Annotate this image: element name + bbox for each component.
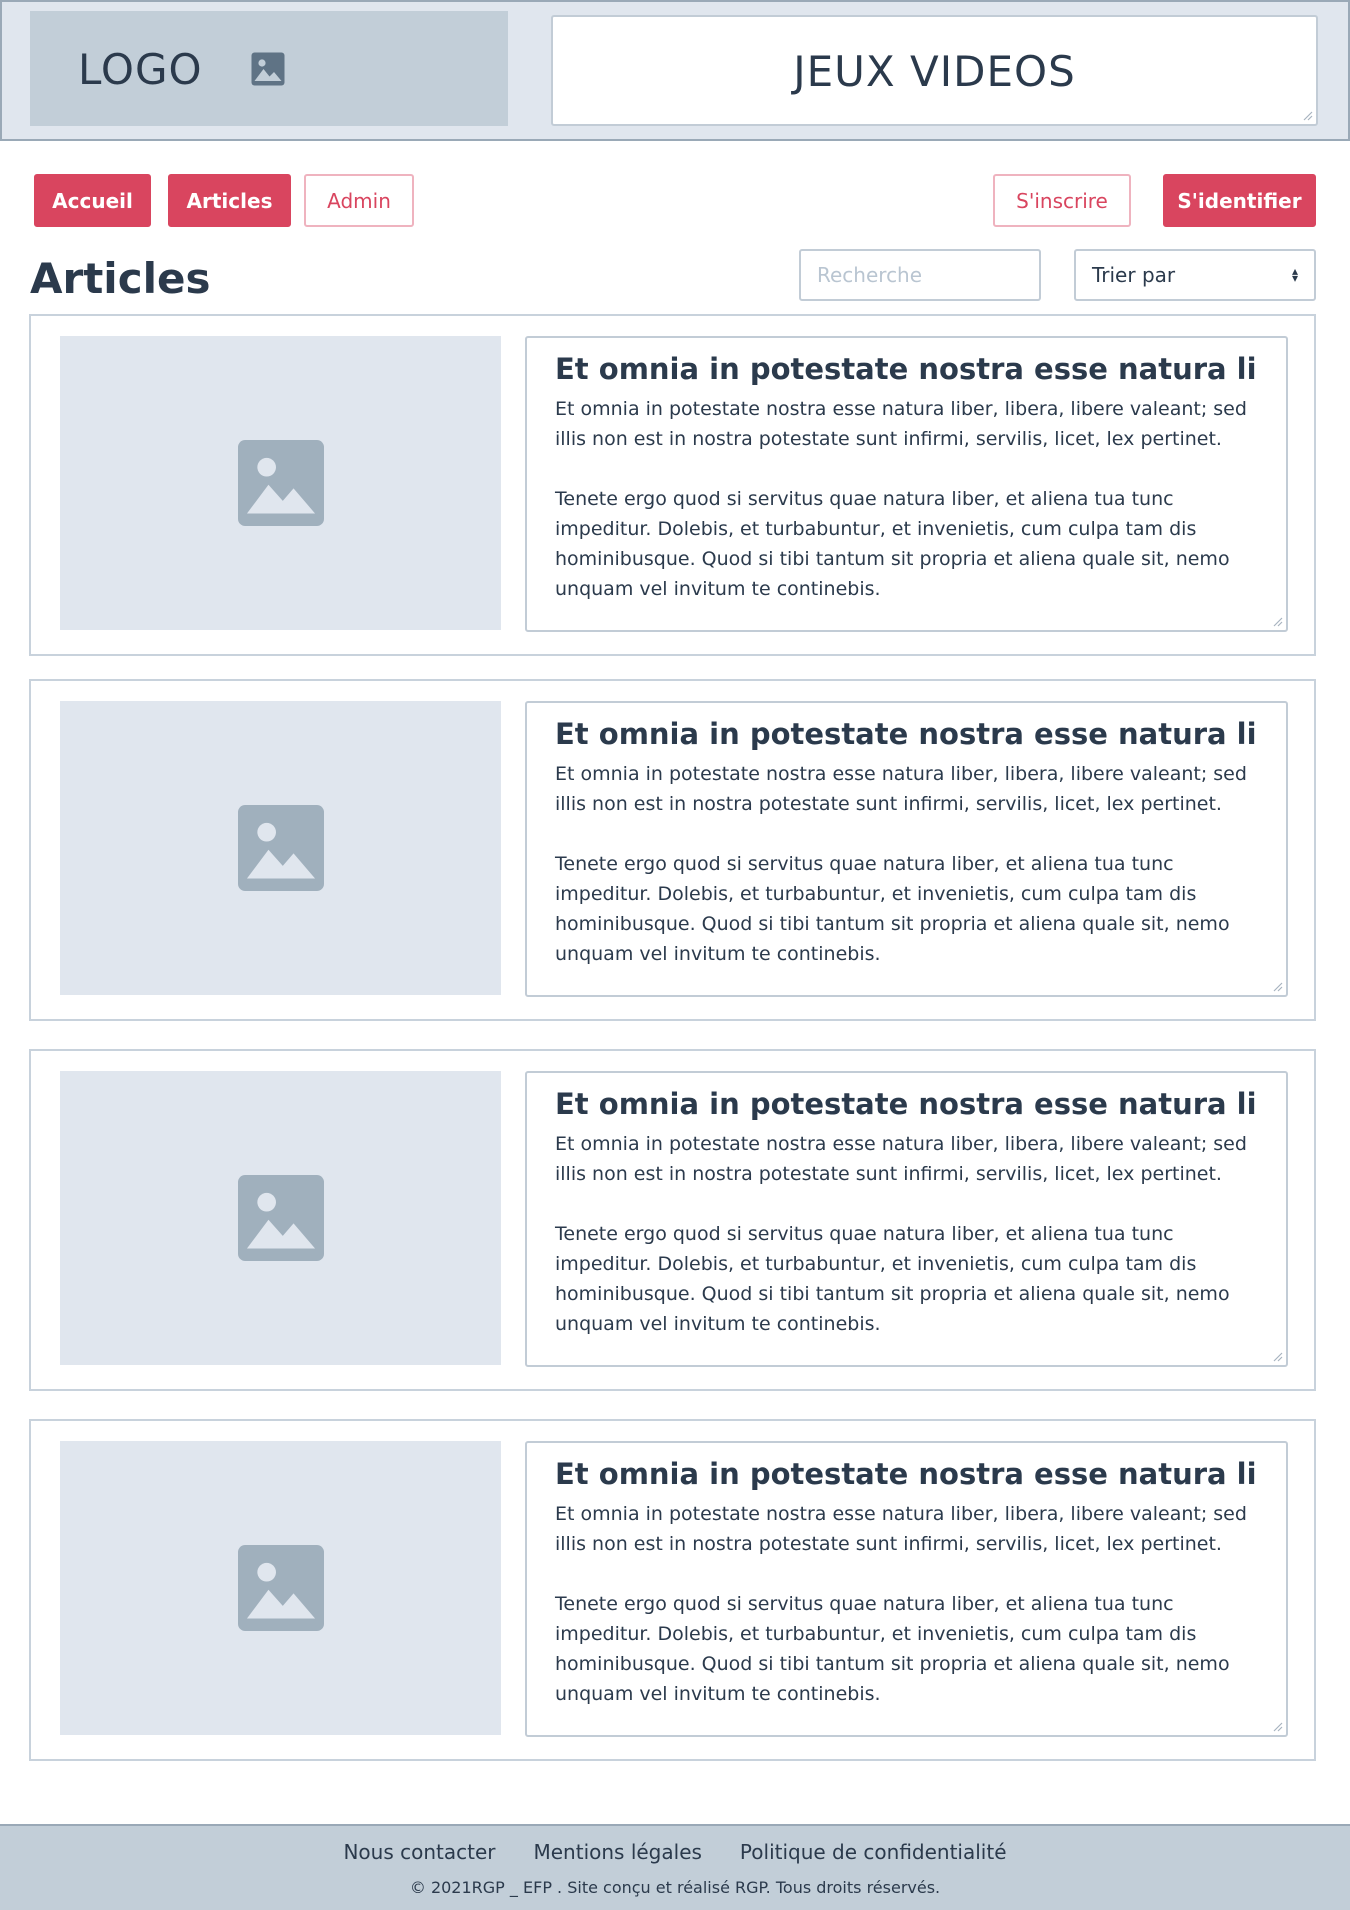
article-paragraph: Tenete ergo quod si servitus quae natura… [555,1593,1230,1705]
signup-button[interactable]: S'inscrire [993,174,1131,227]
page-title: Articles [30,254,211,303]
image-icon [251,52,285,86]
nav-articles-button[interactable]: Articles [168,174,291,227]
article-text-box: Et omnia in potestate nostra esse natura… [525,336,1288,632]
article-paragraph: Tenete ergo quod si servitus quae natura… [555,853,1230,965]
article-text-box: Et omnia in potestate nostra esse natura… [525,1071,1288,1367]
footer-privacy-link[interactable]: Politique de confidentialité [740,1840,1007,1864]
sort-select-label: Trier par [1092,263,1176,287]
site-footer: Nous contacter Mentions légales Politiqu… [0,1824,1350,1910]
resize-grip-icon [1273,1352,1283,1362]
login-button[interactable]: S'identifier [1163,174,1316,227]
article-paragraph: Tenete ergo quod si servitus quae natura… [555,1223,1230,1335]
article-image-placeholder [60,1071,501,1365]
article-title[interactable]: Et omnia in potestate nostra esse natura… [555,717,1258,751]
logo-label: LOGO [78,45,203,94]
resize-grip-icon [1273,982,1283,992]
resize-grip-icon [1303,111,1313,121]
sort-select[interactable]: Trier par ▴ ▾ [1074,249,1316,301]
article-title[interactable]: Et omnia in potestate nostra esse natura… [555,352,1258,386]
article-title[interactable]: Et omnia in potestate nostra esse natura… [555,1457,1258,1491]
image-icon [237,440,324,526]
image-icon [237,1175,324,1261]
article-card[interactable]: Et omnia in potestate nostra esse natura… [29,1419,1316,1761]
article-image-placeholder [60,701,501,995]
article-paragraph: Tenete ergo quod si servitus quae natura… [555,488,1230,600]
image-icon [237,1545,324,1631]
nav-admin-button[interactable]: Admin [304,174,414,227]
site-header: LOGO JEUX VIDEOS [0,0,1350,141]
article-image-placeholder [60,336,501,630]
sort-arrows-icon: ▴ ▾ [1291,264,1298,285]
article-paragraph: Et omnia in potestate nostra esse natura… [555,1503,1247,1555]
article-image-placeholder [60,1441,501,1735]
logo-area[interactable]: LOGO [30,11,508,126]
footer-legal-link[interactable]: Mentions légales [534,1840,702,1864]
article-text-box: Et omnia in potestate nostra esse natura… [525,701,1288,997]
article-card[interactable]: Et omnia in potestate nostra esse natura… [29,679,1316,1021]
resize-grip-icon [1273,617,1283,627]
article-card[interactable]: Et omnia in potestate nostra esse natura… [29,314,1316,656]
resize-grip-icon [1273,1722,1283,1732]
article-paragraph: Et omnia in potestate nostra esse natura… [555,398,1247,450]
image-icon [237,805,324,891]
article-card[interactable]: Et omnia in potestate nostra esse natura… [29,1049,1316,1391]
footer-contact-link[interactable]: Nous contacter [343,1840,495,1864]
site-title: JEUX VIDEOS [793,47,1076,96]
nav-home-button[interactable]: Accueil [34,174,151,227]
footer-copyright: © 2021RGP _ EFP . Site conçu et réalisé … [409,1878,941,1897]
site-title-box: JEUX VIDEOS [551,15,1318,126]
footer-links: Nous contacter Mentions légales Politiqu… [0,1840,1350,1864]
article-paragraph: Et omnia in potestate nostra esse natura… [555,1133,1247,1185]
article-title[interactable]: Et omnia in potestate nostra esse natura… [555,1087,1258,1121]
search-input[interactable] [799,249,1041,301]
article-paragraph: Et omnia in potestate nostra esse natura… [555,763,1247,815]
article-text-box: Et omnia in potestate nostra esse natura… [525,1441,1288,1737]
